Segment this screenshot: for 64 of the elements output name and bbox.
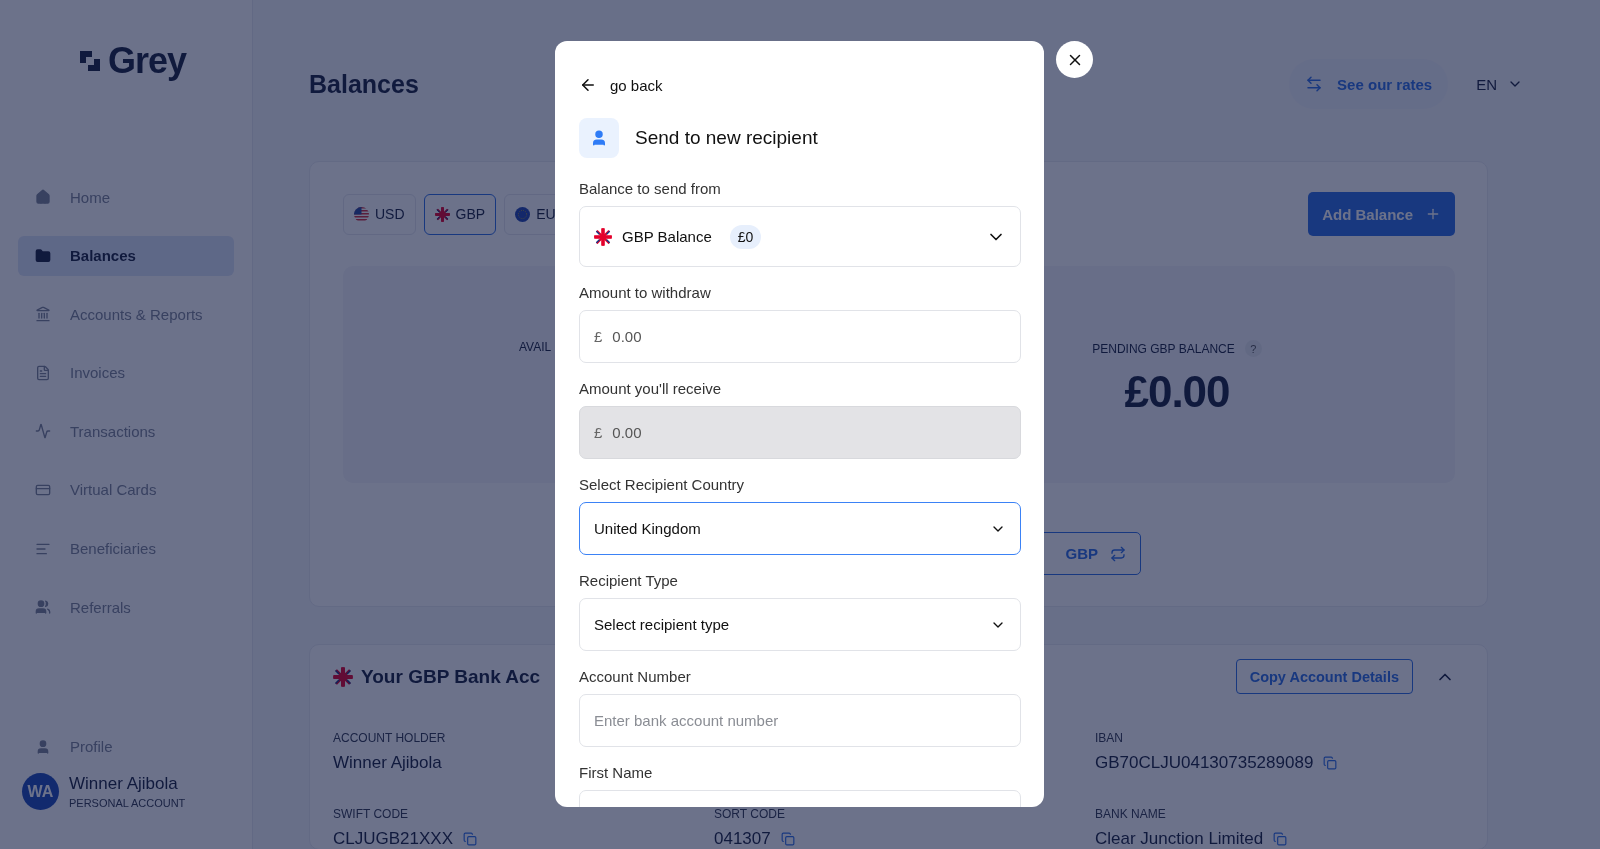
select-field[interactable]: United Kingdom: [579, 502, 1021, 555]
page-title: Balances: [309, 69, 419, 99]
home-icon: [35, 189, 51, 205]
amount-field[interactable]: £ 0.00: [579, 310, 1021, 363]
amount-input[interactable]: 0.00: [612, 328, 1006, 345]
bank-icon: [35, 306, 51, 323]
swap-icon: [1305, 75, 1324, 93]
input-field[interactable]: Enter bank account number: [579, 694, 1021, 747]
users-icon: [35, 599, 51, 616]
modal-title: Send to new recipient: [635, 127, 818, 149]
balance-label: AVAIL: [519, 340, 552, 354]
currency-prefix: £: [594, 328, 603, 345]
add-balance-button[interactable]: Add Balance: [1308, 192, 1455, 236]
field-label: IBAN: [1095, 731, 1124, 745]
flag-icon: [594, 227, 612, 246]
field-value: Clear Junction Limited: [1095, 829, 1264, 849]
copy-details-button[interactable]: Copy Account Details: [1235, 659, 1413, 694]
currency-tab[interactable]: USD: [343, 193, 416, 235]
copy-icon[interactable]: [1323, 756, 1338, 770]
language-select[interactable]: EN: [1476, 75, 1523, 93]
field-value: Winner Ajibola: [333, 753, 442, 773]
user-name: Winner Ajibola: [69, 774, 179, 794]
close-button[interactable]: [1056, 41, 1093, 78]
user-icon: [35, 738, 51, 755]
field-label: Balance to send from: [579, 180, 722, 198]
field-value: 041307: [714, 829, 771, 849]
field-label: First Name: [579, 764, 654, 782]
flag-icon: [333, 666, 353, 687]
select-field[interactable]: Select recipient type: [579, 598, 1021, 651]
field-label: SWIFT CODE: [333, 807, 410, 821]
back-link[interactable]: go back: [579, 76, 663, 94]
field-value: CLJUGB21XXX: [333, 829, 453, 849]
activity-icon: [35, 423, 51, 440]
copy-icon[interactable]: [1273, 832, 1288, 846]
field-label: Amount you'll receive: [579, 380, 723, 398]
field-label: ACCOUNT HOLDER: [333, 731, 447, 745]
field-label: Account Number: [579, 668, 692, 686]
flag-icon: [434, 206, 450, 222]
balance-select[interactable]: GBP Balance £0: [579, 206, 1021, 267]
card-title: Your GBP Bank Acc: [361, 665, 541, 688]
account-type: PERSONAL ACCOUNT: [69, 797, 186, 809]
field-label: SORT CODE: [714, 807, 786, 821]
document-icon: [35, 364, 51, 381]
currency-prefix: £: [594, 424, 603, 441]
flag-icon: [515, 206, 531, 222]
nav-item[interactable]: Balances: [18, 235, 234, 276]
avatar: WA: [22, 773, 59, 810]
field-label: Select Recipient Country: [579, 476, 746, 494]
flag-icon: [354, 206, 369, 222]
copy-icon[interactable]: [780, 832, 795, 846]
balance-amount: £0.00: [1124, 367, 1230, 417]
field-label: Amount to withdraw: [579, 284, 712, 302]
currency-tab[interactable]: GBP: [423, 193, 497, 235]
field-value: GB70CLJU04130735289089: [1095, 753, 1314, 773]
balance-label: PENDING GBP BALANCE: [1092, 341, 1235, 356]
swap-icon: [1110, 545, 1126, 562]
copy-icon[interactable]: [463, 832, 477, 846]
help-icon[interactable]: ?: [1244, 340, 1262, 357]
field-label: Recipient Type: [579, 572, 679, 590]
plus-icon: [1425, 206, 1441, 222]
user-icon: [579, 118, 619, 158]
folder-icon: [35, 247, 51, 264]
logo-text: Grey: [107, 40, 187, 82]
field-label: BANK NAME: [1095, 807, 1167, 821]
